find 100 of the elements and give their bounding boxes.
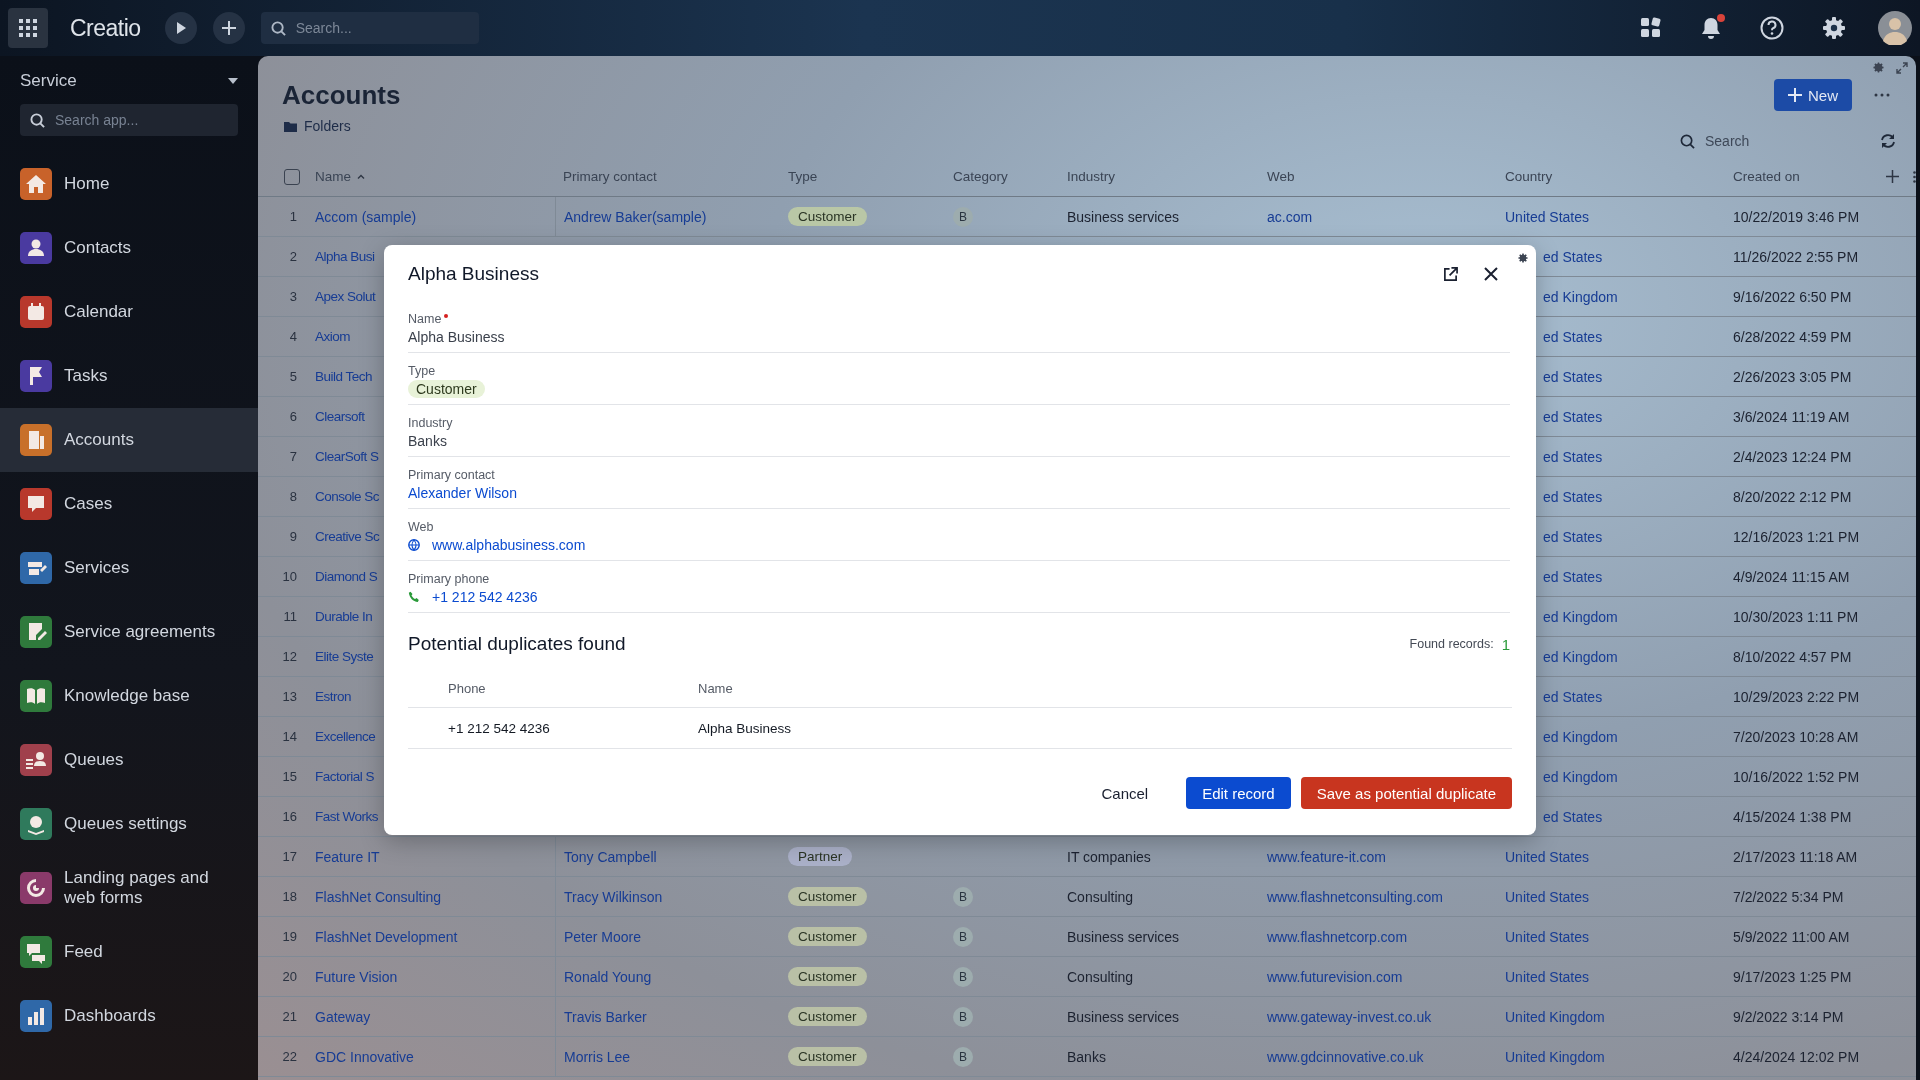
country-link[interactable]: ed States [1543,528,1603,545]
nav-item[interactable]: Cases [0,472,258,536]
column-header[interactable]: Primary contact [563,169,657,184]
nav-item[interactable]: Landing pages and web forms [0,856,258,920]
account-name-link[interactable]: Elite Syste [315,649,374,664]
account-name-link[interactable]: Alpha Busi [315,249,375,264]
column-header[interactable]: Country [1505,169,1553,184]
column-header[interactable]: Industry [1067,169,1116,184]
nav-item[interactable]: Calendar [0,280,258,344]
country-link[interactable]: United States [1505,968,1590,985]
contact-link[interactable]: Andrew Baker(sample) [564,208,707,225]
app-search-box[interactable]: Search app... [20,104,238,136]
new-button[interactable]: New [1774,79,1852,111]
folders-button[interactable]: Folders [284,118,351,134]
account-name-link[interactable]: Factorial S [315,769,375,784]
country-link[interactable]: ed Kingdom [1543,648,1618,665]
account-name-link[interactable]: GDC Innovative [315,1048,414,1065]
widgets-icon[interactable] [1640,17,1662,39]
account-name-link[interactable]: Future Vision [315,968,398,985]
country-link[interactable]: ed Kingdom [1543,728,1618,745]
account-name-link[interactable]: Gateway [315,1008,371,1025]
notification-bell-icon[interactable] [1700,16,1722,40]
contact-link[interactable]: Morris Lee [564,1048,631,1065]
column-header[interactable]: Category [953,169,1008,184]
nav-item[interactable]: Services [0,536,258,600]
account-name-link[interactable]: Excellence [315,729,376,744]
account-name-link[interactable]: Durable In [315,609,373,624]
country-link[interactable]: ed States [1543,808,1603,825]
country-link[interactable]: ed States [1543,568,1603,585]
country-link[interactable]: United States [1505,208,1590,225]
app-launcher-button[interactable] [8,8,48,48]
app-search-field[interactable]: Search app... [53,111,228,129]
country-link[interactable]: United Kingdom [1505,1008,1605,1025]
column-header[interactable]: Created on [1733,169,1800,184]
web-link[interactable]: www.feature-it.com [1267,848,1387,865]
country-link[interactable]: ed Kingdom [1543,768,1618,785]
country-link[interactable]: ed Kingdom [1543,608,1618,625]
nav-item[interactable]: Accounts [0,408,258,472]
account-name-link[interactable]: Apex Solut [315,289,376,304]
account-name-link[interactable]: Fast Works [315,809,378,824]
help-icon[interactable] [1760,16,1784,40]
column-menu-icon[interactable] [1913,170,1916,183]
edit-button[interactable]: Edit record [1186,777,1291,809]
country-link[interactable]: United States [1505,888,1590,905]
nav-item[interactable]: Home [0,152,258,216]
user-avatar[interactable] [1878,11,1912,45]
nav-item[interactable]: Feed [0,920,258,984]
account-name-link[interactable]: Clearsoft [315,409,365,424]
account-name-link[interactable]: Console Sc [315,489,380,504]
open-in-new-icon[interactable] [1443,266,1458,282]
nav-item[interactable]: Tasks [0,344,258,408]
country-link[interactable]: ed States [1543,688,1603,705]
account-name-link[interactable]: Estron [315,689,352,704]
column-header[interactable]: Web [1267,169,1295,184]
account-name-link[interactable]: Axiom [315,329,350,344]
search-box[interactable]: Search... [260,12,479,44]
web-link[interactable]: www.flashnetconsulting.com [1267,888,1443,905]
account-name-link[interactable]: Creative Sc [315,529,380,544]
search-field[interactable]: Search [1703,132,1867,150]
account-name-link[interactable]: FlashNet Development [315,928,458,945]
nav-item[interactable]: Knowledge base [0,664,258,728]
add-button[interactable] [212,12,245,44]
country-link[interactable]: ed States [1543,448,1603,465]
country-link[interactable]: ed States [1543,248,1603,265]
country-link[interactable]: ed States [1543,488,1603,505]
nav-item[interactable]: Queues [0,728,258,792]
country-link[interactable]: ed States [1543,328,1603,345]
run-button[interactable] [164,12,197,44]
website-link[interactable]: www.alphabusiness.com [432,537,586,553]
search-field[interactable]: Search... [293,19,469,37]
add-column-icon[interactable] [1886,170,1899,183]
web-link[interactable]: www.gateway-invest.co.uk [1267,1008,1432,1025]
account-name-link[interactable]: Diamond S [315,569,378,584]
column-header[interactable]: Name [315,169,351,184]
contact-link[interactable]: Travis Barker [564,1008,647,1025]
contact-link[interactable]: Tracy Wilkinson [564,888,663,905]
cancel-button[interactable]: Cancel [1085,777,1165,809]
select-all-checkbox[interactable] [284,168,300,185]
web-link[interactable]: www.gdcinnovative.co.uk [1267,1048,1424,1065]
settings-icon[interactable] [1518,253,1528,263]
expand-icon[interactable] [1896,62,1908,74]
country-link[interactable]: United Kingdom [1505,1048,1605,1065]
contact-link[interactable]: Ronald Young [564,968,652,985]
country-link[interactable]: ed Kingdom [1543,288,1618,305]
nav-item[interactable]: Contacts [0,216,258,280]
contact-link[interactable]: Peter Moore [564,928,642,945]
account-name-link[interactable]: Feature IT [315,848,380,865]
refresh-icon[interactable] [1880,133,1896,149]
contact-link[interactable]: Tony Campbell [564,848,657,865]
save-duplicate-button[interactable]: Save as potential duplicate [1300,777,1512,809]
phone-link[interactable]: +1 212 542 4236 [432,589,538,605]
dropdown-caret-icon[interactable] [228,78,238,84]
account-name-link[interactable]: ClearSoft S [315,449,379,464]
nav-item[interactable]: Queues settings [0,792,258,856]
close-icon[interactable] [1484,267,1498,281]
account-name-link[interactable]: FlashNet Consulting [315,888,442,905]
nav-item[interactable]: Service agreements [0,600,258,664]
web-link[interactable]: www.futurevision.com [1267,968,1403,985]
country-link[interactable]: United States [1505,848,1590,865]
country-link[interactable]: ed States [1543,408,1603,425]
